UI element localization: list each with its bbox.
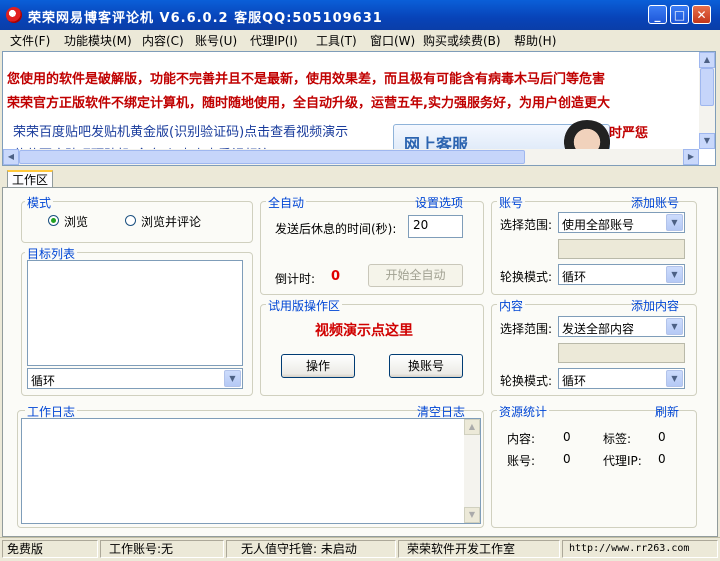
content-range-value: 发送全部内容 <box>562 322 635 336</box>
banner-link-video[interactable]: 荣荣百度贴吧发贴机黄金版(识别验证码)点击查看视频演示 <box>13 121 348 140</box>
banner-official-line: 荣荣官方正版软件不绑定计算机，随时随地使用，全自动升级，运营五年,实力强服务好，… <box>7 96 610 111</box>
status-bar: 免费版 工作账号:无 无人值守托管: 未启动 荣荣软件开发工作室 http://… <box>0 537 720 561</box>
rest-time-label: 发送后休息的时间(秒): <box>275 222 397 236</box>
content-rotate-select[interactable]: 循环 ▼ <box>558 368 685 389</box>
chevron-down-icon[interactable]: ▼ <box>224 370 241 387</box>
window-title: 荣荣网易博客评论机 V6.6.0.2 客服QQ:505109631 <box>28 11 383 26</box>
video-demo-link[interactable]: 视频演示点这里 <box>315 320 413 340</box>
minimize-button[interactable]: _ <box>648 5 667 24</box>
target-loop-select[interactable]: 循环 ▼ <box>27 368 243 389</box>
account-range-select[interactable]: 使用全部账号 ▼ <box>558 212 685 233</box>
auto-title: 全自动 <box>266 194 307 211</box>
scroll-up-arrow-icon[interactable]: ▲ <box>464 419 480 435</box>
maximize-button[interactable]: □ <box>670 5 689 24</box>
content-range-select[interactable]: 发送全部内容 ▼ <box>558 316 685 337</box>
scroll-down-arrow-icon[interactable]: ▼ <box>699 133 715 149</box>
stat-proxy-label: 代理IP: <box>603 454 642 468</box>
scroll-left-arrow-icon[interactable]: ◀ <box>3 149 19 165</box>
status-edition: 免费版 <box>2 540 98 558</box>
mode-title: 模式 <box>25 194 54 211</box>
stat-content-label: 内容: <box>507 432 536 446</box>
title-bar[interactable]: 荣荣网易博客评论机 V6.6.0.2 客服QQ:505109631 _ □ ✕ <box>0 0 720 30</box>
account-title: 账号 <box>497 194 526 211</box>
add-account-link[interactable]: 添加账号 <box>631 194 679 211</box>
target-loop-value: 循环 <box>31 374 56 388</box>
menu-tools[interactable]: 工具(T) <box>316 32 357 49</box>
menu-help[interactable]: 帮助(H) <box>514 32 556 49</box>
target-listbox[interactable] <box>27 260 243 366</box>
rest-time-input[interactable]: 20 <box>408 215 463 238</box>
log-textarea[interactable]: ▲ ▼ <box>21 418 481 524</box>
status-studio: 荣荣软件开发工作室 <box>398 540 560 558</box>
content-rotate-label: 轮换模式: <box>500 374 553 388</box>
radio-browse-comment[interactable] <box>125 215 136 226</box>
add-content-link[interactable]: 添加内容 <box>631 297 679 314</box>
banner-vertical-scrollbar[interactable]: ▲ ▼ <box>699 52 715 149</box>
content-rotate-value: 循环 <box>562 374 587 388</box>
banner-horizontal-scrollbar[interactable]: ◀ ▶ <box>3 149 699 165</box>
countdown-label: 倒计时: <box>275 272 316 286</box>
stat-content-value: 0 <box>563 430 571 444</box>
scroll-up-arrow-icon[interactable]: ▲ <box>699 52 715 68</box>
account-range-value: 使用全部账号 <box>562 218 635 232</box>
scroll-right-arrow-icon[interactable]: ▶ <box>683 149 699 165</box>
countdown-value: 0 <box>331 269 341 284</box>
scroll-thumb[interactable] <box>700 68 714 106</box>
account-rotate-select[interactable]: 循环 ▼ <box>558 264 685 285</box>
close-button[interactable]: ✕ <box>692 5 711 24</box>
banner-extra-text: 时严惩 <box>609 126 649 141</box>
trial-title: 试用版操作区 <box>266 297 343 314</box>
stat-tag-value: 0 <box>658 430 666 444</box>
chevron-down-icon[interactable]: ▼ <box>666 214 683 231</box>
account-range-detail <box>558 239 685 259</box>
radio-browse[interactable] <box>48 215 59 226</box>
start-auto-button[interactable]: 开始全自动 <box>368 264 463 287</box>
menu-modules[interactable]: 功能模块(M) <box>64 32 132 49</box>
refresh-link[interactable]: 刷新 <box>655 403 679 420</box>
menu-file[interactable]: 文件(F) <box>10 32 50 49</box>
status-work-account: 工作账号:无 <box>100 540 224 558</box>
menu-bar: 文件(F) 功能模块(M) 内容(C) 账号(U) 代理IP(I) 工具(T) … <box>0 30 720 50</box>
stats-title: 资源统计 <box>497 403 550 420</box>
banner-warning-line: 您使用的软件是破解版，功能不完善并且不是最新，使用效果差，而且极有可能含有病毒木… <box>7 72 606 87</box>
chevron-down-icon[interactable]: ▼ <box>666 318 683 335</box>
scroll-down-arrow-icon[interactable]: ▼ <box>464 507 480 523</box>
work-area: 模式 浏览 浏览并评论 目标列表 循环 ▼ 全自动 设置选项 发送后休息的时间(… <box>2 187 718 537</box>
menu-proxy[interactable]: 代理IP(I) <box>250 32 298 49</box>
trial-group <box>260 304 484 396</box>
account-range-label: 选择范围: <box>500 218 553 232</box>
log-scrollbar[interactable]: ▲ ▼ <box>464 419 480 523</box>
menu-window[interactable]: 窗口(W) <box>370 32 415 49</box>
switch-account-button[interactable]: 换账号 <box>389 354 463 378</box>
radio-browse-label[interactable]: 浏览 <box>64 213 88 230</box>
radio-browse-comment-label[interactable]: 浏览并评论 <box>141 213 201 230</box>
settings-link[interactable]: 设置选项 <box>415 194 463 211</box>
account-rotate-label: 轮换模式: <box>500 270 553 284</box>
menu-buy[interactable]: 购买或续费(B) <box>423 32 501 49</box>
stat-account-label: 账号: <box>507 454 536 468</box>
stats-group <box>491 410 697 528</box>
app-icon <box>6 7 22 23</box>
account-rotate-value: 循环 <box>562 270 587 284</box>
stat-account-value: 0 <box>563 452 571 466</box>
ad-banner: 您使用的软件是破解版，功能不完善并且不是最新，使用效果差，而且极有可能含有病毒木… <box>2 51 716 166</box>
stat-tag-label: 标签: <box>603 432 632 446</box>
operate-button[interactable]: 操作 <box>281 354 355 378</box>
content-range-detail <box>558 343 685 363</box>
content-title: 内容 <box>497 297 526 314</box>
menu-account[interactable]: 账号(U) <box>195 32 237 49</box>
chevron-down-icon[interactable]: ▼ <box>666 266 683 283</box>
status-url[interactable]: http://www.rr263.com <box>562 540 718 558</box>
chevron-down-icon[interactable]: ▼ <box>666 370 683 387</box>
stat-proxy-value: 0 <box>658 452 666 466</box>
menu-content[interactable]: 内容(C) <box>142 32 184 49</box>
status-unattended: 无人值守托管: 未启动 <box>226 540 396 558</box>
content-range-label: 选择范围: <box>500 322 553 336</box>
scroll-thumb[interactable] <box>19 150 525 164</box>
